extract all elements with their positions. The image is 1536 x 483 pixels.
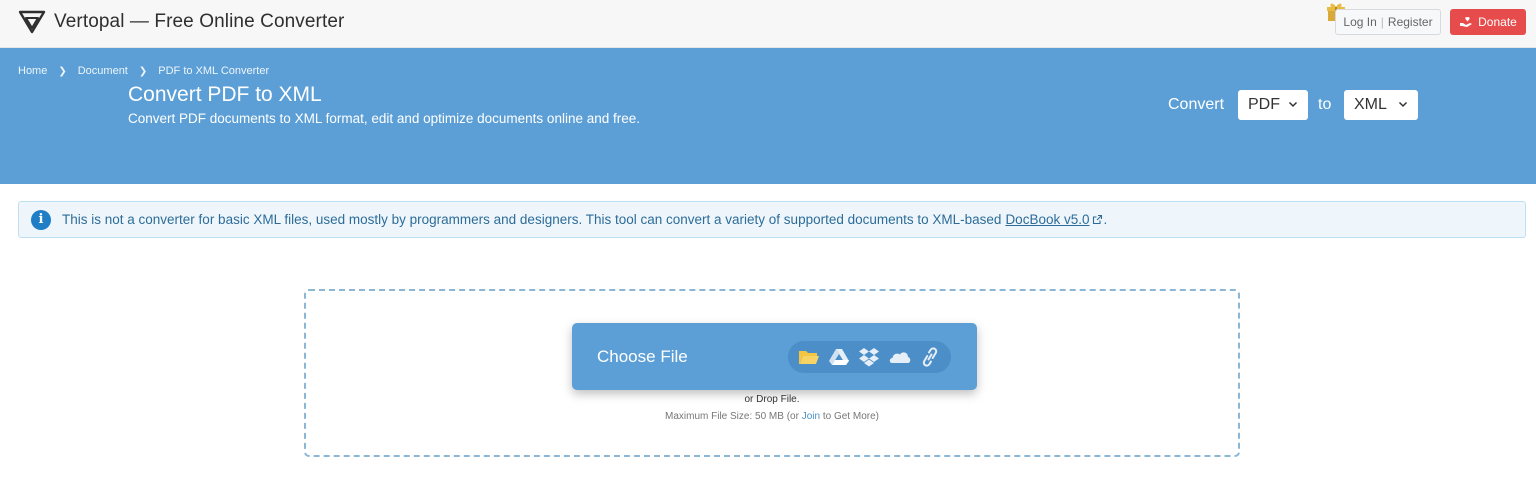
convert-label: Convert — [1168, 96, 1225, 113]
drop-file-hint: or Drop File. — [744, 394, 800, 405]
docbook-link-label: DocBook v5.0 — [1005, 212, 1090, 227]
onedrive-icon[interactable] — [889, 347, 911, 367]
file-size-limit: Maximum File Size: 50 MB (or Join to Get… — [306, 411, 1238, 422]
google-drive-icon[interactable] — [828, 347, 850, 367]
dropbox-icon[interactable] — [858, 347, 880, 367]
choose-file-button[interactable]: Choose File — [572, 323, 977, 390]
info-icon: i — [31, 209, 51, 230]
top-bar: Vertopal — Free Online Converter Log In … — [0, 0, 1536, 48]
docbook-link[interactable]: DocBook v5.0 — [1005, 212, 1103, 227]
from-format-value: PDF — [1248, 96, 1280, 113]
page-subtitle: Convert PDF documents to XML format, edi… — [128, 111, 641, 126]
to-format-value: XML — [1354, 96, 1387, 113]
page-title: Convert PDF to XML — [128, 83, 322, 106]
vertopal-logo-icon[interactable] — [18, 9, 46, 35]
chevron-down-icon — [1398, 101, 1408, 108]
info-notice: i This is not a converter for basic XML … — [18, 201, 1526, 238]
auth-separator: | — [1380, 15, 1384, 29]
auth-links: Log In | Register — [1335, 9, 1441, 35]
file-drop-zone[interactable]: Choose File or Drop File. Maximum File S… — [304, 289, 1240, 457]
hero-banner: Home ❯ Document ❯ PDF to XML Converter C… — [0, 48, 1536, 184]
register-link[interactable]: Register — [1388, 15, 1433, 29]
limit-prefix: Maximum File Size: 50 MB (or — [665, 411, 799, 422]
upload-sources — [788, 341, 951, 373]
donate-label: Donate — [1478, 15, 1517, 29]
chevron-down-icon — [1288, 101, 1298, 108]
donate-hand-icon — [1460, 17, 1473, 27]
limit-suffix: to Get More) — [822, 411, 879, 422]
link-icon[interactable] — [919, 347, 941, 367]
external-link-icon — [1093, 214, 1103, 225]
join-link[interactable]: Join — [802, 411, 820, 422]
breadcrumb: Home ❯ Document ❯ PDF to XML Converter — [18, 65, 269, 77]
from-format-select[interactable]: PDF — [1238, 90, 1308, 120]
breadcrumb-current[interactable]: PDF to XML Converter — [158, 65, 269, 77]
chevron-right-icon: ❯ — [58, 65, 67, 77]
breadcrumb-document[interactable]: Document — [78, 65, 128, 77]
folder-icon[interactable] — [798, 347, 820, 367]
notice-end: . — [1103, 212, 1108, 227]
choose-file-label: Choose File — [597, 347, 688, 366]
to-label: to — [1318, 96, 1332, 113]
to-format-select[interactable]: XML — [1344, 90, 1418, 120]
login-link[interactable]: Log In — [1343, 15, 1376, 29]
chevron-right-icon: ❯ — [138, 65, 148, 77]
donate-button[interactable]: Donate — [1450, 9, 1526, 35]
notice-text: This is not a converter for basic XML fi… — [62, 212, 1002, 227]
site-title[interactable]: Vertopal — Free Online Converter — [54, 11, 344, 33]
breadcrumb-home[interactable]: Home — [18, 65, 47, 77]
